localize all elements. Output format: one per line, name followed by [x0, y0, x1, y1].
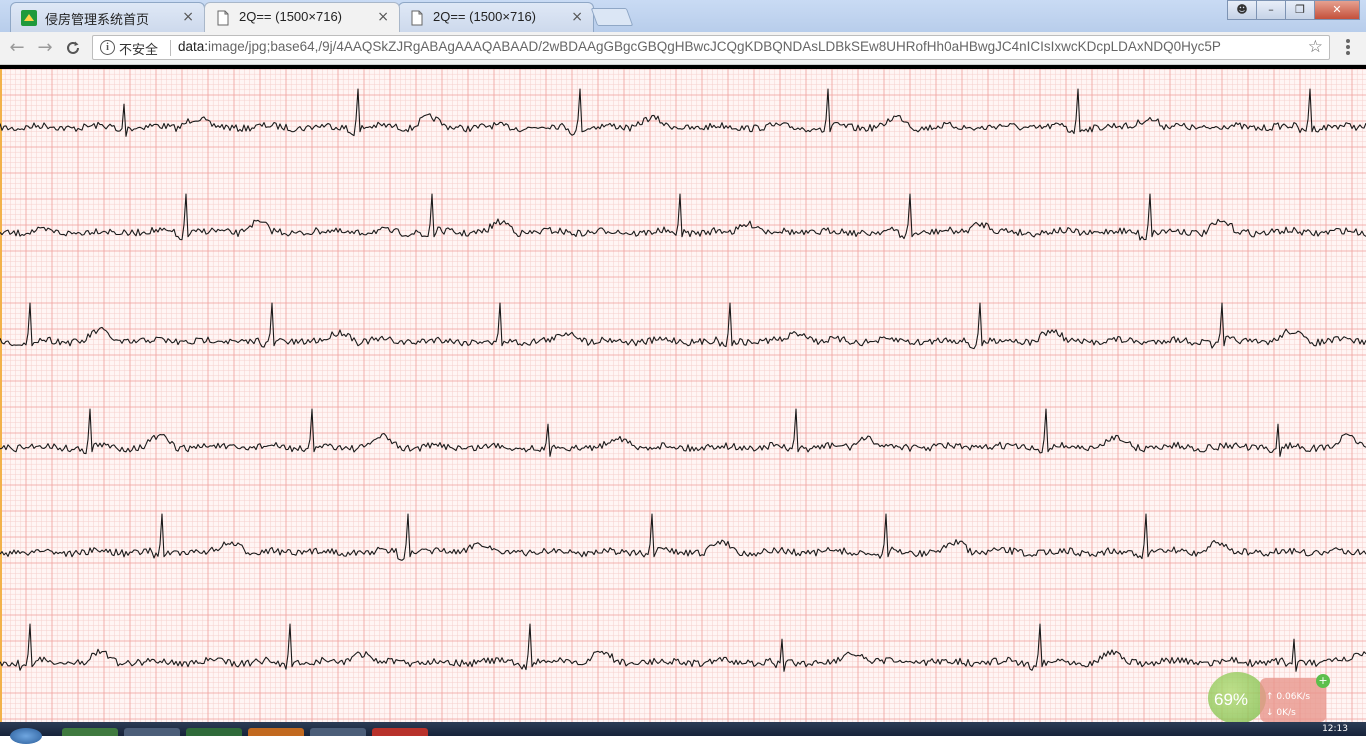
- url-path: image/jpg;base64,/9j/4AAQSkZJRgABAgAAAQA…: [208, 39, 1221, 54]
- reload-icon: [67, 41, 79, 54]
- tab-strip: 侵房管理系统首页 × 2Q== (1500×716) × 2Q== (1500×…: [0, 0, 1366, 32]
- close-icon[interactable]: ×: [571, 9, 583, 25]
- reload-button[interactable]: [60, 36, 86, 60]
- security-label[interactable]: 不安全: [119, 39, 158, 58]
- tab-title: 侵房管理系统首页: [45, 12, 150, 27]
- image-viewport: [0, 65, 1366, 722]
- taskbar-app[interactable]: [372, 728, 428, 736]
- taskbar-app[interactable]: [62, 728, 118, 736]
- taskbar-app[interactable]: [124, 728, 180, 736]
- minimize-icon[interactable]: –: [1256, 0, 1286, 20]
- close-icon[interactable]: ×: [377, 9, 389, 25]
- taskbar-app[interactable]: [310, 728, 366, 736]
- info-icon[interactable]: i: [100, 40, 115, 55]
- maximize-icon[interactable]: ❐: [1285, 0, 1315, 20]
- plus-icon[interactable]: +: [1316, 674, 1330, 688]
- taskbar-app[interactable]: [248, 728, 304, 736]
- tab-title: 2Q== (1500×716): [239, 9, 342, 24]
- forward-button[interactable]: →: [32, 36, 58, 60]
- ecg-image: [0, 69, 1366, 722]
- tab-title: 2Q== (1500×716): [433, 9, 536, 24]
- start-button[interactable]: [10, 728, 42, 744]
- address-bar[interactable]: i 不安全 data:image/jpg;base64,/9j/4AAQSkZJ…: [92, 35, 1330, 60]
- tab-image-active[interactable]: 2Q== (1500×716) ×: [204, 2, 400, 32]
- divider: [170, 40, 171, 56]
- download-speed: ↓ 0K/s: [1266, 708, 1296, 718]
- back-button[interactable]: ←: [4, 36, 30, 60]
- left-edge: [0, 69, 2, 722]
- tab-home[interactable]: 侵房管理系统首页 ×: [10, 2, 205, 32]
- close-icon[interactable]: ✕: [1314, 0, 1360, 20]
- page-icon: [411, 10, 423, 26]
- taskbar-app[interactable]: [186, 728, 242, 736]
- app-logo-icon: [21, 10, 37, 26]
- menu-icon[interactable]: [1336, 37, 1360, 59]
- url-text[interactable]: data:image/jpg;base64,/9j/4AAQSkZJRgABAg…: [178, 39, 1221, 54]
- browser-toolbar: ← → i 不安全 data:image/jpg;base64,/9j/4AAQ…: [0, 32, 1366, 65]
- taskbar-clock: 12:13: [1322, 724, 1348, 734]
- bookmark-star-icon[interactable]: ☆: [1308, 37, 1323, 57]
- taskbar: 12:13: [0, 722, 1366, 744]
- speed-panel: ↑ 0.06K/s ↓ 0K/s +: [1260, 674, 1330, 722]
- network-monitor-widget[interactable]: 69% ↑ 0.06K/s ↓ 0K/s +: [1208, 672, 1330, 724]
- page-icon: [217, 10, 229, 26]
- upload-speed: ↑ 0.06K/s: [1266, 692, 1311, 702]
- memory-percent: 69%: [1214, 690, 1249, 709]
- close-icon[interactable]: ×: [182, 9, 194, 25]
- tab-image[interactable]: 2Q== (1500×716) ×: [398, 2, 594, 32]
- ecg-paper: [0, 69, 1366, 722]
- url-scheme: data:: [178, 39, 209, 54]
- window-controls: ☻ – ❐ ✕: [1227, 0, 1360, 20]
- new-tab-button[interactable]: [590, 8, 634, 26]
- user-icon[interactable]: ☻: [1227, 0, 1257, 20]
